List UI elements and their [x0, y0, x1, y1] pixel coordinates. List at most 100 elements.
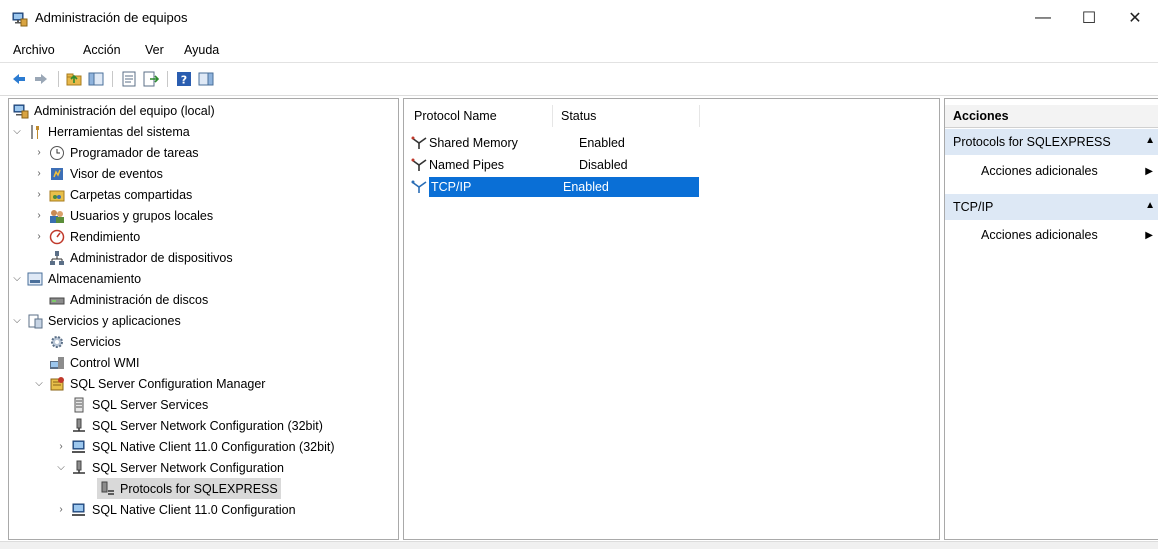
tree-item-protocols-sqlexpress[interactable]: Protocols for SQLEXPRESS [97, 478, 281, 499]
tree-item-network-config-32[interactable]: SQL Server Network Configuration (32bit) [55, 415, 323, 436]
actions-section-protocols[interactable]: Protocols for SQLEXPRESS ▲ [945, 129, 1158, 155]
chevron-down-icon[interactable]: ⌵ [11, 310, 23, 331]
computer-management-icon [13, 104, 29, 118]
tree-label: SQL Native Client 11.0 Configuration [92, 502, 296, 517]
column-divider[interactable] [552, 105, 553, 127]
export-list-icon[interactable] [143, 71, 159, 87]
result-list: Protocol Name Status Shared Memory Enabl… [403, 98, 940, 540]
tree-label: Almacenamiento [48, 271, 142, 286]
protocol-status: Enabled [579, 136, 625, 150]
tree-item-usuarios[interactable]: › Usuarios y grupos locales [33, 205, 213, 226]
show-action-pane-icon[interactable] [198, 71, 214, 87]
tree-item-dispositivos[interactable]: Administrador de dispositivos [33, 247, 233, 268]
properties-icon[interactable] [121, 71, 137, 87]
action-label: Acciones adicionales [981, 228, 1098, 242]
tree-label: Control WMI [70, 355, 140, 370]
tree-item-carpetas[interactable]: › Carpetas compartidas [33, 184, 192, 205]
tree-item-visor[interactable]: › Visor de eventos [33, 163, 163, 184]
tree-label: Rendimiento [70, 229, 141, 244]
chevron-right-icon[interactable]: › [33, 163, 45, 184]
actions-title: Acciones [953, 109, 1009, 123]
chevron-down-icon[interactable]: ⌵ [55, 457, 67, 478]
tree-item-almacenamiento[interactable]: ⌵ Almacenamiento [11, 268, 141, 289]
menu-ver[interactable]: Ver [145, 43, 164, 57]
toolbar-separator [167, 71, 168, 87]
chevron-right-icon[interactable]: › [55, 499, 67, 520]
chevron-right-icon[interactable]: › [33, 226, 45, 247]
close-button[interactable]: ✕ [1112, 2, 1158, 34]
chevron-right-icon[interactable]: › [33, 142, 45, 163]
shared-folders-icon [49, 190, 65, 201]
column-divider[interactable] [699, 105, 700, 127]
tree-item-herramientas[interactable]: ⌵ Herramientas del sistema [11, 121, 190, 142]
sql-services-icon [74, 397, 84, 412]
collapse-up-icon[interactable]: ▲ [1145, 200, 1155, 211]
tree-item-servicios[interactable]: Servicios [33, 331, 121, 352]
device-manager-icon [50, 250, 64, 265]
tree-label: Administración del equipo (local) [34, 103, 215, 118]
column-header-protocol-name[interactable]: Protocol Name [414, 109, 497, 123]
submenu-arrow-icon: ▶ [1145, 230, 1153, 241]
tree-item-root[interactable]: Administración del equipo (local) [11, 100, 215, 121]
maximize-icon: ☐ [1081, 10, 1097, 27]
chevron-down-icon[interactable]: ⌵ [11, 121, 23, 142]
up-folder-icon[interactable] [66, 71, 82, 87]
protocol-row-shared-memory[interactable]: Shared Memory Enabled [409, 133, 699, 153]
protocol-icon [411, 180, 427, 193]
tree-item-wmi[interactable]: Control WMI [33, 352, 139, 373]
protocol-name: Shared Memory [429, 136, 518, 150]
tree-item-network-config[interactable]: ⌵ SQL Server Network Configuration [55, 457, 284, 478]
actions-header: Acciones [945, 105, 1158, 128]
tree-label: Visor de eventos [70, 166, 163, 181]
chevron-down-icon[interactable]: ⌵ [33, 373, 45, 394]
chevron-down-icon[interactable]: ⌵ [11, 268, 23, 289]
tree-item-discos[interactable]: Administración de discos [33, 289, 208, 310]
tree-item-native-client[interactable]: › SQL Native Client 11.0 Configuration [55, 499, 296, 520]
svg-text:?: ? [181, 74, 187, 87]
action-item-more-actions[interactable]: Acciones adicionales ▶ [945, 161, 1158, 183]
tree-item-sql-config-manager[interactable]: ⌵ SQL Server Configuration Manager [33, 373, 265, 394]
tree-item-native-client-32[interactable]: › SQL Native Client 11.0 Configuration (… [55, 436, 334, 457]
chevron-right-icon[interactable]: › [33, 184, 45, 205]
help-icon[interactable]: ? [176, 71, 192, 87]
tree-item-programador[interactable]: › Programador de tareas [33, 142, 199, 163]
tree-label: Usuarios y grupos locales [70, 208, 214, 223]
protocol-status: Enabled [563, 180, 609, 194]
menu-archivo[interactable]: Archivo [13, 43, 55, 57]
tree-item-rendimiento[interactable]: › Rendimiento [33, 226, 140, 247]
collapse-up-icon[interactable]: ▲ [1145, 135, 1155, 146]
tree-label: SQL Server Configuration Manager [70, 376, 266, 391]
tree-label: Servicios y aplicaciones [48, 313, 181, 328]
minimize-icon: — [1035, 9, 1051, 26]
column-header-status[interactable]: Status [561, 109, 596, 123]
disk-management-icon [49, 297, 65, 304]
protocol-row-named-pipes[interactable]: Named Pipes Disabled [409, 155, 699, 175]
forward-icon[interactable] [33, 71, 49, 87]
action-item-more-actions[interactable]: Acciones adicionales ▶ [945, 225, 1158, 247]
show-hide-tree-icon[interactable] [88, 71, 104, 87]
minimize-button[interactable]: — [1020, 2, 1066, 34]
task-scheduler-icon [50, 145, 64, 160]
chevron-right-icon[interactable]: › [33, 205, 45, 226]
tree-label: Servicios [70, 334, 121, 349]
menu-accion[interactable]: Acción [83, 43, 121, 57]
protocol-row-tcp-ip[interactable]: TCP/IP Enabled [409, 177, 699, 197]
menu-ayuda[interactable]: Ayuda [184, 43, 219, 57]
window-title: Administración de equipos [35, 10, 188, 25]
tree-label: Carpetas compartidas [70, 187, 193, 202]
tree-label: SQL Server Network Configuration (32bit) [92, 418, 323, 433]
maximize-button[interactable]: ☐ [1066, 2, 1112, 34]
network-config-icon [73, 460, 85, 474]
chevron-right-icon[interactable]: › [55, 436, 67, 457]
back-icon[interactable] [11, 71, 27, 87]
tree-item-sql-services[interactable]: SQL Server Services [55, 394, 208, 415]
menu-bar: Archivo Acción Ver Ayuda [0, 38, 1158, 63]
actions-section-tcpip[interactable]: TCP/IP ▲ [945, 194, 1158, 220]
protocol-status: Disabled [579, 158, 628, 172]
toolbar-separator [58, 71, 59, 87]
users-groups-icon [50, 209, 64, 223]
tree-item-servicios-aplicaciones[interactable]: ⌵ Servicios y aplicaciones [11, 310, 181, 331]
